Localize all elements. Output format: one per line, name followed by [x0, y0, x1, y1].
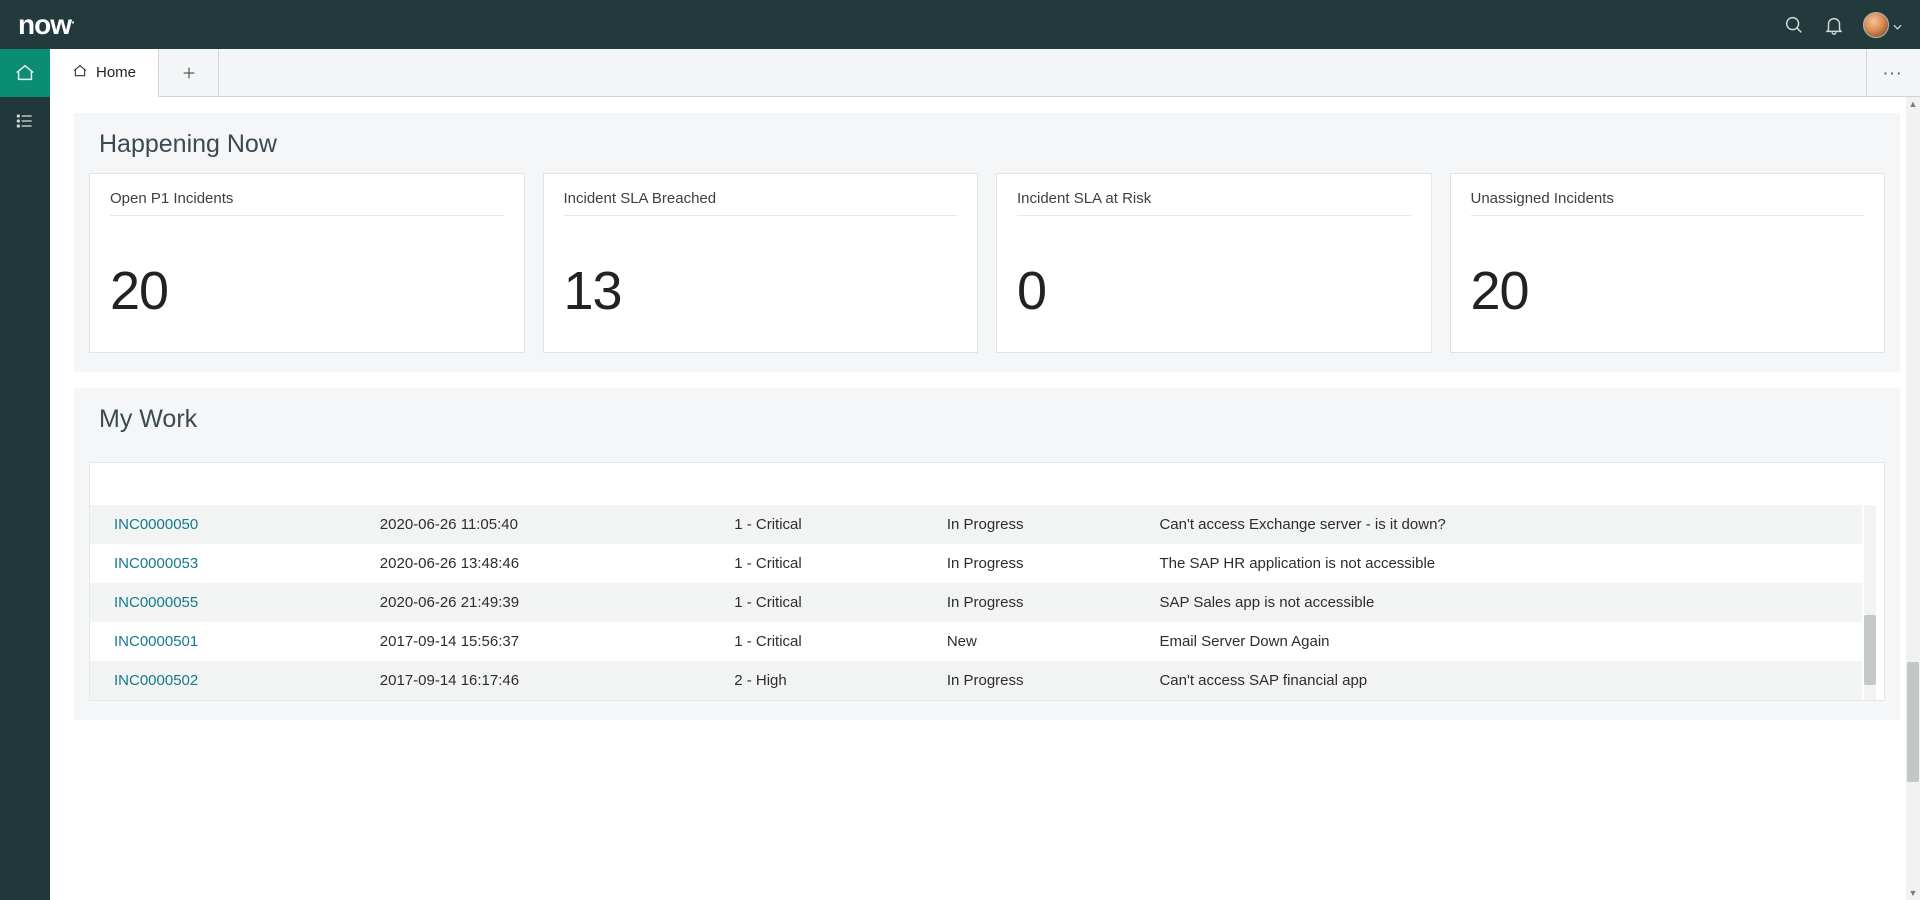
body: Home ··· Happening Now Open P1 Incidents…: [0, 49, 1920, 900]
notifications-icon[interactable]: [1823, 14, 1845, 36]
card-value: 20: [110, 260, 504, 322]
user-menu[interactable]: [1863, 12, 1902, 38]
tab-label: Home: [96, 64, 136, 81]
cell-priority: 1 - Critical: [710, 622, 923, 661]
table-row[interactable]: INC0000053 2020-06-26 13:48:461 - Critica…: [90, 544, 1862, 583]
home-icon: [72, 63, 88, 82]
cell-state: New: [923, 622, 1136, 661]
scroll-down-arrow-icon[interactable]: ▼: [1909, 886, 1918, 900]
my-work-panel: INC00000502020-06-26 11:05:401 - Critica…: [89, 462, 1885, 701]
left-rail: [0, 49, 50, 900]
card-title: Unassigned Incidents: [1471, 190, 1865, 216]
my-work-table: INC00000502020-06-26 11:05:401 - Critica…: [90, 505, 1862, 700]
avatar: [1863, 12, 1889, 38]
cell-state: In Progress: [923, 544, 1136, 583]
happening-now-section: Happening Now Open P1 Incidents 20 Incid…: [74, 113, 1900, 372]
cell-description: Email Server Down Again: [1135, 622, 1862, 661]
tab-strip: Home ···: [50, 49, 1920, 97]
caret-down-icon: [1893, 17, 1902, 33]
card-open-p1[interactable]: Open P1 Incidents 20: [89, 173, 525, 353]
table-row[interactable]: INC0000502 2017-09-14 16:17:462 - HighIn …: [90, 661, 1862, 700]
card-value: 0: [1017, 260, 1411, 322]
card-title: Incident SLA Breached: [564, 190, 958, 216]
rail-home-button[interactable]: [0, 49, 50, 97]
mini-scrollbar-thumb[interactable]: [1864, 615, 1876, 685]
cell-priority: 1 - Critical: [710, 544, 923, 583]
tab-strip-spacer: [219, 49, 1866, 96]
card-value: 20: [1471, 260, 1865, 322]
scroll-up-arrow-icon[interactable]: ▲: [1909, 97, 1918, 111]
table-row[interactable]: INC0000055 2020-06-26 21:49:391 - Critica…: [90, 583, 1862, 622]
card-title: Incident SLA at Risk: [1017, 190, 1411, 216]
global-header: now.: [0, 0, 1920, 49]
card-sla-at-risk[interactable]: Incident SLA at Risk 0: [996, 173, 1432, 353]
incident-link[interactable]: INC0000053: [114, 555, 198, 572]
search-icon[interactable]: [1783, 14, 1805, 36]
card-title: Open P1 Incidents: [110, 190, 504, 216]
cell-state: In Progress: [923, 505, 1136, 544]
logo-text: now: [18, 9, 71, 40]
cell-time: 2020-06-26 11:05:40: [356, 505, 710, 544]
card-value: 13: [564, 260, 958, 322]
cell-time: 2017-09-14 15:56:37: [356, 622, 710, 661]
card-sla-breached[interactable]: Incident SLA Breached 13: [543, 173, 979, 353]
table-row[interactable]: INC0000501 2017-09-14 15:56:371 - Critica…: [90, 622, 1862, 661]
rail-list-button[interactable]: [0, 97, 50, 145]
my-work-section: My Work INC00000502020-06-26 11:05:401 -…: [74, 388, 1900, 720]
cell-description: Can't access SAP financial app: [1135, 661, 1862, 700]
tab-overflow-button[interactable]: ···: [1866, 49, 1920, 96]
cell-priority: 1 - Critical: [710, 505, 923, 544]
mini-scrollbar-track[interactable]: [1864, 505, 1876, 700]
table-row[interactable]: INC0000050 2020-06-26 11:05:401 - Critica…: [90, 505, 1862, 544]
cell-time: 2017-09-14 16:17:46: [356, 661, 710, 700]
cell-description: SAP Sales app is not accessible: [1135, 583, 1862, 622]
tab-home[interactable]: Home: [50, 49, 159, 97]
new-tab-button[interactable]: [159, 49, 219, 96]
incident-link[interactable]: INC0000050: [114, 516, 198, 533]
cell-state: In Progress: [923, 583, 1136, 622]
my-work-list-container: INC00000502020-06-26 11:05:401 - Critica…: [90, 505, 1876, 700]
incident-link[interactable]: INC0000502: [114, 672, 198, 689]
main: Home ··· Happening Now Open P1 Incidents…: [50, 49, 1920, 900]
cell-priority: 2 - High: [710, 661, 923, 700]
cell-priority: 1 - Critical: [710, 583, 923, 622]
cell-time: 2020-06-26 13:48:46: [356, 544, 710, 583]
brand-logo: now.: [18, 11, 74, 39]
page-scrollbar[interactable]: ▲ ▼: [1906, 97, 1920, 900]
cell-state: In Progress: [923, 661, 1136, 700]
my-work-title: My Work: [75, 389, 1899, 448]
incident-link[interactable]: INC0000501: [114, 633, 198, 650]
logo-dot: .: [71, 10, 74, 26]
cell-description: Can't access Exchange server - is it dow…: [1135, 505, 1862, 544]
incident-link[interactable]: INC0000055: [114, 594, 198, 611]
page-scrollbar-thumb[interactable]: [1907, 662, 1919, 782]
cell-description: The SAP HR application is not accessible: [1135, 544, 1862, 583]
content-area: Happening Now Open P1 Incidents 20 Incid…: [50, 97, 1920, 900]
card-unassigned[interactable]: Unassigned Incidents 20: [1450, 173, 1886, 353]
card-row: Open P1 Incidents 20 Incident SLA Breach…: [75, 173, 1899, 353]
header-right: [1783, 12, 1902, 38]
happening-now-title: Happening Now: [75, 114, 1899, 173]
cell-time: 2020-06-26 21:49:39: [356, 583, 710, 622]
